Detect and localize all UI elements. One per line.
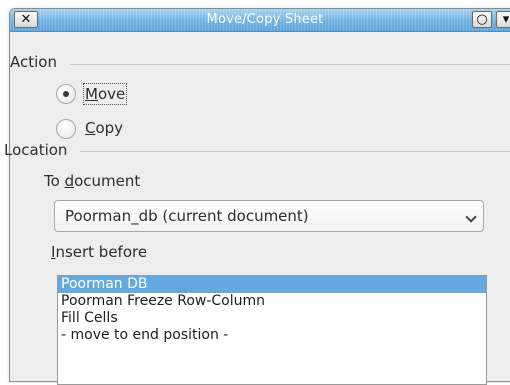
location-separator bbox=[80, 151, 510, 152]
menu-arrow-icon: ▾ bbox=[502, 12, 510, 27]
list-item[interactable]: Poorman DB bbox=[58, 276, 486, 293]
action-separator bbox=[70, 64, 510, 65]
location-section-label: Location bbox=[4, 141, 68, 159]
list-item[interactable]: Fill Cells bbox=[58, 310, 486, 327]
radio-move-button[interactable] bbox=[56, 84, 76, 104]
document-select-value: Poorman_db (current document) bbox=[65, 207, 309, 225]
minimize-button[interactable]: ○ bbox=[472, 11, 492, 28]
window-title: Move/Copy Sheet bbox=[206, 12, 324, 27]
title-bar[interactable]: ✕ Move/Copy Sheet ○ ▾ bbox=[10, 9, 510, 32]
radio-copy-button[interactable] bbox=[56, 119, 76, 139]
insert-before-list[interactable]: Poorman DB Poorman Freeze Row-Column Fil… bbox=[57, 275, 487, 385]
radio-copy-label[interactable]: Copy bbox=[85, 119, 123, 137]
document-select[interactable]: Poorman_db (current document) bbox=[54, 200, 484, 232]
chevron-down-icon bbox=[465, 211, 477, 223]
window-menu-button[interactable]: ▾ bbox=[496, 11, 510, 28]
list-item[interactable]: - move to end position - bbox=[58, 327, 486, 344]
to-document-label: To document bbox=[44, 172, 141, 190]
move-copy-sheet-dialog: ✕ Move/Copy Sheet ○ ▾ Action Move Copy L… bbox=[4, 8, 510, 385]
list-item[interactable]: Poorman Freeze Row-Column bbox=[58, 293, 486, 310]
insert-before-label: Insert before bbox=[51, 243, 148, 261]
circle-icon: ○ bbox=[476, 12, 488, 27]
radio-move-label[interactable]: Move bbox=[82, 83, 128, 105]
action-section-label: Action bbox=[10, 53, 57, 71]
